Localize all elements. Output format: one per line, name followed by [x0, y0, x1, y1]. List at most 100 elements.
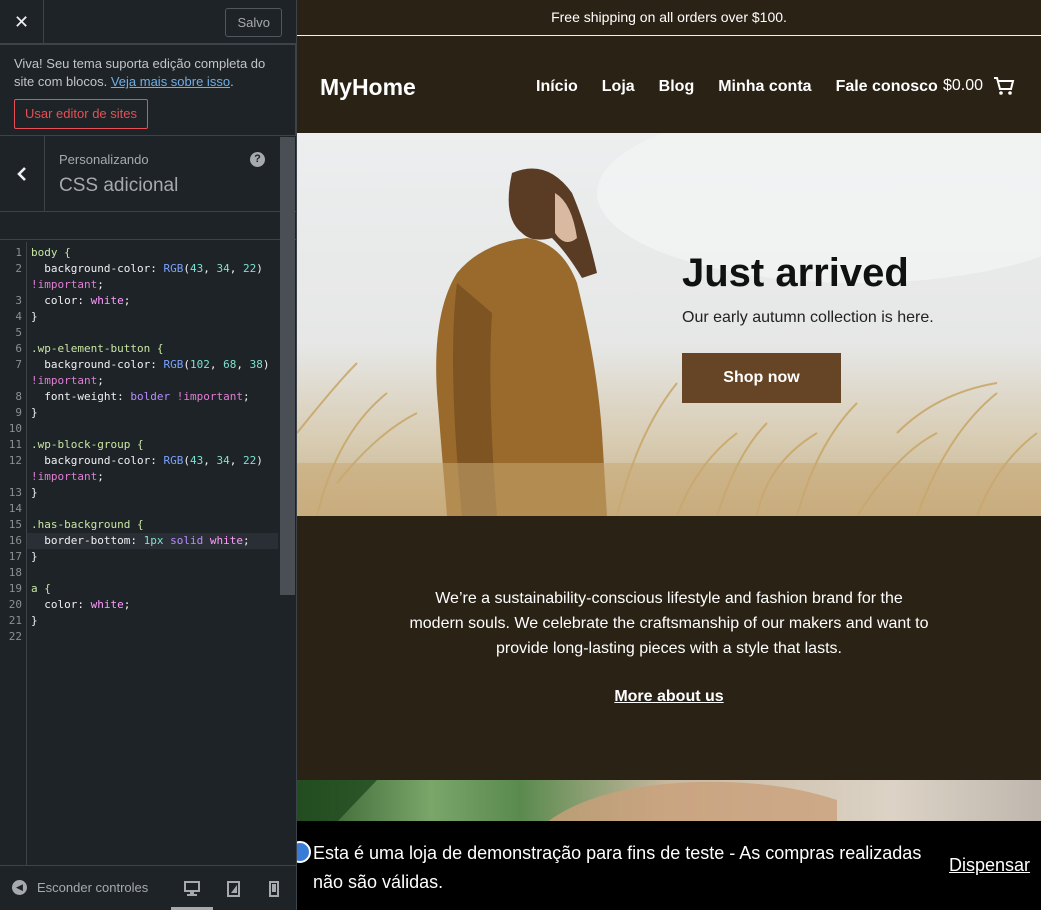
nav-item-loja[interactable]: Loja — [602, 78, 635, 96]
code-line[interactable]: .wp-block-group { — [31, 437, 281, 453]
main-navigation: Início Loja Blog Minha conta Fale conosc… — [536, 78, 962, 96]
desktop-icon — [184, 881, 200, 896]
back-button[interactable] — [0, 136, 45, 212]
line-number — [0, 373, 26, 389]
tablet-preview-button[interactable] — [227, 881, 240, 902]
line-number: 12 — [8, 454, 22, 467]
hero-title: Just arrived — [682, 251, 909, 295]
code-line[interactable]: } — [31, 549, 281, 565]
nav-item-minha-conta[interactable]: Minha conta — [718, 78, 811, 96]
info-icon — [297, 841, 311, 863]
code-line[interactable]: background-color: RGB(102, 68, 38) — [31, 357, 281, 373]
css-code-editor[interactable]: 1 2 3 4 5 6 7 8 9 10 11 12 13 14 15 16 17 18 19 20 21 22 body… — [0, 137, 296, 865]
cart-total: $0.00 — [943, 77, 984, 94]
line-number — [0, 277, 26, 293]
code-line[interactable]: } — [31, 613, 281, 629]
line-number: 17 — [8, 550, 22, 563]
line-number: 19 — [8, 582, 22, 595]
line-number: 6 — [15, 342, 22, 355]
line-number — [0, 469, 26, 485]
help-icon[interactable]: ? — [250, 152, 265, 167]
hero-cover: Just arrived Our early autumn collection… — [297, 133, 1041, 516]
close-customizer-button[interactable]: ✕ — [0, 0, 44, 44]
line-number: 22 — [8, 630, 22, 643]
mobile-preview-button[interactable] — [269, 881, 279, 902]
line-number: 21 — [8, 614, 22, 627]
store-notice: Esta é uma loja de demonstração para fin… — [297, 821, 1041, 910]
line-number: 8 — [15, 390, 22, 403]
site-editor-notice: Viva! Seu tema suporta edição completa d… — [0, 44, 296, 136]
section-header: Personalizando CSS adicional ? — [0, 136, 296, 212]
about-text: We’re a sustainability-conscious lifesty… — [409, 590, 929, 657]
collapse-icon: ◀ — [12, 880, 27, 895]
notice-learn-more-link[interactable]: Veja mais sobre isso — [111, 74, 230, 89]
code-line[interactable]: color: white; — [31, 597, 281, 613]
line-number: 11 — [8, 438, 22, 451]
css-code[interactable]: body { background-color: RGB(43, 34, 22)… — [27, 245, 281, 645]
line-number: 3 — [15, 294, 22, 307]
line-number: 4 — [15, 310, 22, 323]
line-number: 2 — [15, 262, 22, 275]
code-line[interactable]: body { — [31, 245, 281, 261]
close-icon: ✕ — [13, 11, 30, 32]
section-title: CSS adicional — [59, 175, 179, 196]
mobile-icon — [269, 881, 279, 897]
site-header: MyHome Início Loja Blog Minha conta Fale… — [297, 36, 1041, 132]
code-line[interactable]: } — [31, 309, 281, 325]
line-number: 13 — [8, 486, 22, 499]
code-line[interactable]: .has-background { — [31, 517, 281, 533]
code-line[interactable]: } — [31, 485, 281, 501]
dismiss-notice-link[interactable]: Dispensar — [949, 855, 1030, 876]
code-line[interactable]: border-bottom: 1px solid white; — [27, 533, 278, 549]
desktop-preview-button[interactable] — [184, 881, 200, 901]
code-line[interactable] — [31, 421, 281, 437]
about-section: We’re a sustainability-conscious lifesty… — [297, 516, 1041, 780]
feature-image-art — [297, 780, 837, 822]
line-number: 15 — [8, 518, 22, 531]
site-preview: Free shipping on all orders over $100. M… — [297, 0, 1041, 910]
more-about-us-link[interactable]: More about us — [297, 688, 1041, 706]
code-line[interactable]: background-color: RGB(43, 34, 22) — [31, 453, 281, 469]
shop-now-button[interactable]: Shop now — [682, 353, 841, 403]
code-line[interactable]: color: white; — [31, 293, 281, 309]
hide-controls-button[interactable]: ◀ Esconder controles — [12, 880, 148, 895]
code-line[interactable] — [31, 325, 281, 341]
code-line[interactable]: } — [31, 405, 281, 421]
code-line[interactable]: !important; — [31, 373, 281, 389]
feature-image — [297, 780, 1041, 822]
code-line[interactable] — [31, 629, 281, 645]
code-line[interactable]: font-weight: bolder !important; — [31, 389, 281, 405]
code-line[interactable]: .wp-element-button { — [31, 341, 281, 357]
code-line[interactable]: background-color: RGB(43, 34, 22) — [31, 261, 281, 277]
line-number: 16 — [8, 534, 22, 547]
code-line[interactable] — [31, 565, 281, 581]
nav-item-blog[interactable]: Blog — [659, 78, 695, 96]
nav-item-inicio[interactable]: Início — [536, 78, 578, 96]
store-notice-text: Esta é uma loja de demonstração para fin… — [313, 843, 922, 892]
code-line[interactable]: !important; — [31, 277, 281, 293]
code-line[interactable] — [31, 501, 281, 517]
panel-footer: ◀ Esconder controles — [0, 865, 296, 910]
section-description-strip — [0, 212, 296, 240]
nav-item-fale-conosco[interactable]: Fale conosco — [836, 78, 938, 96]
chevron-left-icon — [17, 167, 26, 181]
site-title[interactable]: MyHome — [320, 74, 416, 101]
line-number: 20 — [8, 598, 22, 611]
tablet-icon — [227, 881, 240, 897]
notice-text-end: . — [230, 74, 234, 89]
code-line[interactable]: a { — [31, 581, 281, 597]
customizing-label: Personalizando — [59, 152, 149, 167]
use-site-editor-button[interactable]: Usar editor de sites — [14, 99, 148, 129]
hide-controls-label: Esconder controles — [37, 880, 149, 895]
customizer-panel: ✕ Salvo Viva! Seu tema suporta edição co… — [0, 0, 297, 910]
editor-scrollbar[interactable] — [280, 137, 295, 595]
line-number: 9 — [15, 406, 22, 419]
line-number: 1 — [15, 246, 22, 259]
saved-button[interactable]: Salvo — [225, 8, 282, 37]
code-line[interactable]: !important; — [31, 469, 281, 485]
line-number-gutter: 1 2 3 4 5 6 7 8 9 10 11 12 13 14 15 16 17 18 19 20 21 22 — [0, 242, 27, 865]
line-number: 5 — [15, 326, 22, 339]
mini-cart[interactable]: $0.00 — [943, 76, 1015, 96]
line-number: 7 — [15, 358, 22, 371]
line-number: 14 — [8, 502, 22, 515]
